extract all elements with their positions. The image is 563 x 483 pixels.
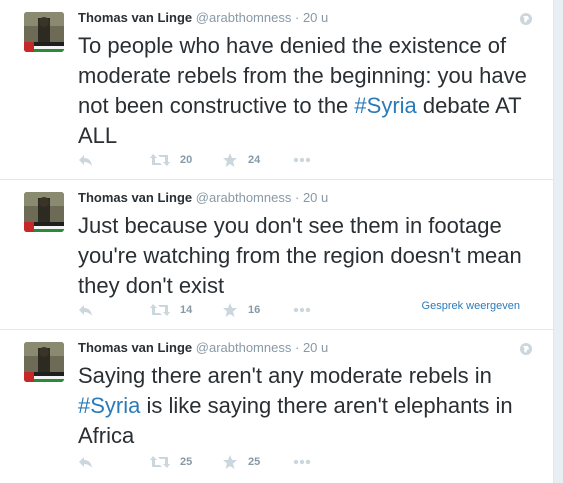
favorite-button[interactable]: 24 bbox=[222, 152, 260, 168]
fullname[interactable]: Thomas van Linge bbox=[78, 190, 192, 205]
fullname[interactable]: Thomas van Linge bbox=[78, 10, 192, 25]
separator: · bbox=[294, 340, 300, 355]
reply-icon bbox=[79, 305, 92, 316]
username[interactable]: @arabthomness bbox=[196, 10, 292, 25]
retweet-icon bbox=[150, 154, 170, 166]
favorite-count: 16 bbox=[248, 304, 261, 316]
favorite-count: 25 bbox=[248, 456, 261, 468]
fullname[interactable]: Thomas van Linge bbox=[78, 340, 192, 355]
timeline: Thomas van Linge @arabthomness · 20 u To… bbox=[0, 0, 554, 483]
tweet[interactable]: Thomas van Linge @arabthomness · 20 u Ju… bbox=[0, 180, 553, 330]
tweet-text-part: Just because you don't see them in foota… bbox=[78, 213, 522, 298]
reply-icon bbox=[79, 457, 92, 468]
username[interactable]: @arabthomness bbox=[196, 190, 292, 205]
more-button[interactable] bbox=[293, 454, 311, 470]
reply-button[interactable] bbox=[78, 302, 94, 318]
more-icon bbox=[293, 157, 311, 163]
tweet[interactable]: Thomas van Linge @arabthomness · 20 u To… bbox=[0, 0, 553, 180]
retweet-count: 14 bbox=[180, 304, 193, 316]
hashtag-link[interactable]: #Syria bbox=[354, 93, 416, 118]
tweet-actions: 25 25 bbox=[78, 454, 538, 470]
view-conversation-link[interactable]: Gesprek weergeven bbox=[422, 300, 520, 312]
retweet-icon bbox=[150, 304, 170, 316]
favorite-count: 24 bbox=[248, 154, 261, 166]
more-icon bbox=[293, 459, 311, 465]
retweet-count: 20 bbox=[180, 154, 193, 166]
tweet-text-part: is like saying there aren't elephants in… bbox=[78, 393, 513, 448]
separator: · bbox=[294, 190, 300, 205]
tweet-text: Saying there aren't any moderate rebels … bbox=[78, 361, 528, 451]
reply-button[interactable] bbox=[78, 152, 94, 168]
retweet-button[interactable]: 25 bbox=[150, 454, 192, 470]
retweet-button[interactable]: 14 bbox=[150, 302, 192, 318]
more-button[interactable] bbox=[293, 152, 311, 168]
avatar[interactable] bbox=[24, 192, 64, 232]
tweet-text-part: Saying there aren't any moderate rebels … bbox=[78, 363, 492, 388]
username[interactable]: @arabthomness bbox=[196, 340, 292, 355]
favorite-button[interactable]: 16 bbox=[222, 302, 260, 318]
avatar[interactable] bbox=[24, 342, 64, 382]
tweet-actions: 20 24 bbox=[78, 152, 538, 168]
hashtag-link[interactable]: #Syria bbox=[78, 393, 140, 418]
avatar[interactable] bbox=[24, 12, 64, 52]
star-icon bbox=[223, 303, 237, 317]
star-icon bbox=[223, 153, 237, 167]
star-icon bbox=[223, 455, 237, 469]
tweet-header: Thomas van Linge @arabthomness · 20 u bbox=[78, 340, 328, 356]
separator: · bbox=[294, 10, 300, 25]
reply-button[interactable] bbox=[78, 454, 94, 470]
retweet-icon bbox=[150, 456, 170, 468]
tweet-text: To people who have denied the existence … bbox=[78, 31, 528, 151]
timestamp[interactable]: 20 u bbox=[303, 10, 328, 25]
tweet-header: Thomas van Linge @arabthomness · 20 u bbox=[78, 10, 328, 26]
reply-icon bbox=[79, 155, 92, 166]
more-button[interactable] bbox=[293, 302, 311, 318]
tweet-header: Thomas van Linge @arabthomness · 20 u bbox=[78, 190, 328, 206]
retweet-button[interactable]: 20 bbox=[150, 152, 192, 168]
retweet-count: 25 bbox=[180, 456, 193, 468]
globe-icon[interactable] bbox=[519, 12, 533, 26]
tweet[interactable]: Thomas van Linge @arabthomness · 20 u Sa… bbox=[0, 330, 553, 483]
timestamp[interactable]: 20 u bbox=[303, 190, 328, 205]
tweet-text: Just because you don't see them in foota… bbox=[78, 211, 528, 301]
timestamp[interactable]: 20 u bbox=[303, 340, 328, 355]
globe-icon[interactable] bbox=[519, 342, 533, 356]
more-icon bbox=[293, 307, 311, 313]
favorite-button[interactable]: 25 bbox=[222, 454, 260, 470]
tweet-actions: 14 16 Gesprek weergeven bbox=[78, 300, 538, 318]
